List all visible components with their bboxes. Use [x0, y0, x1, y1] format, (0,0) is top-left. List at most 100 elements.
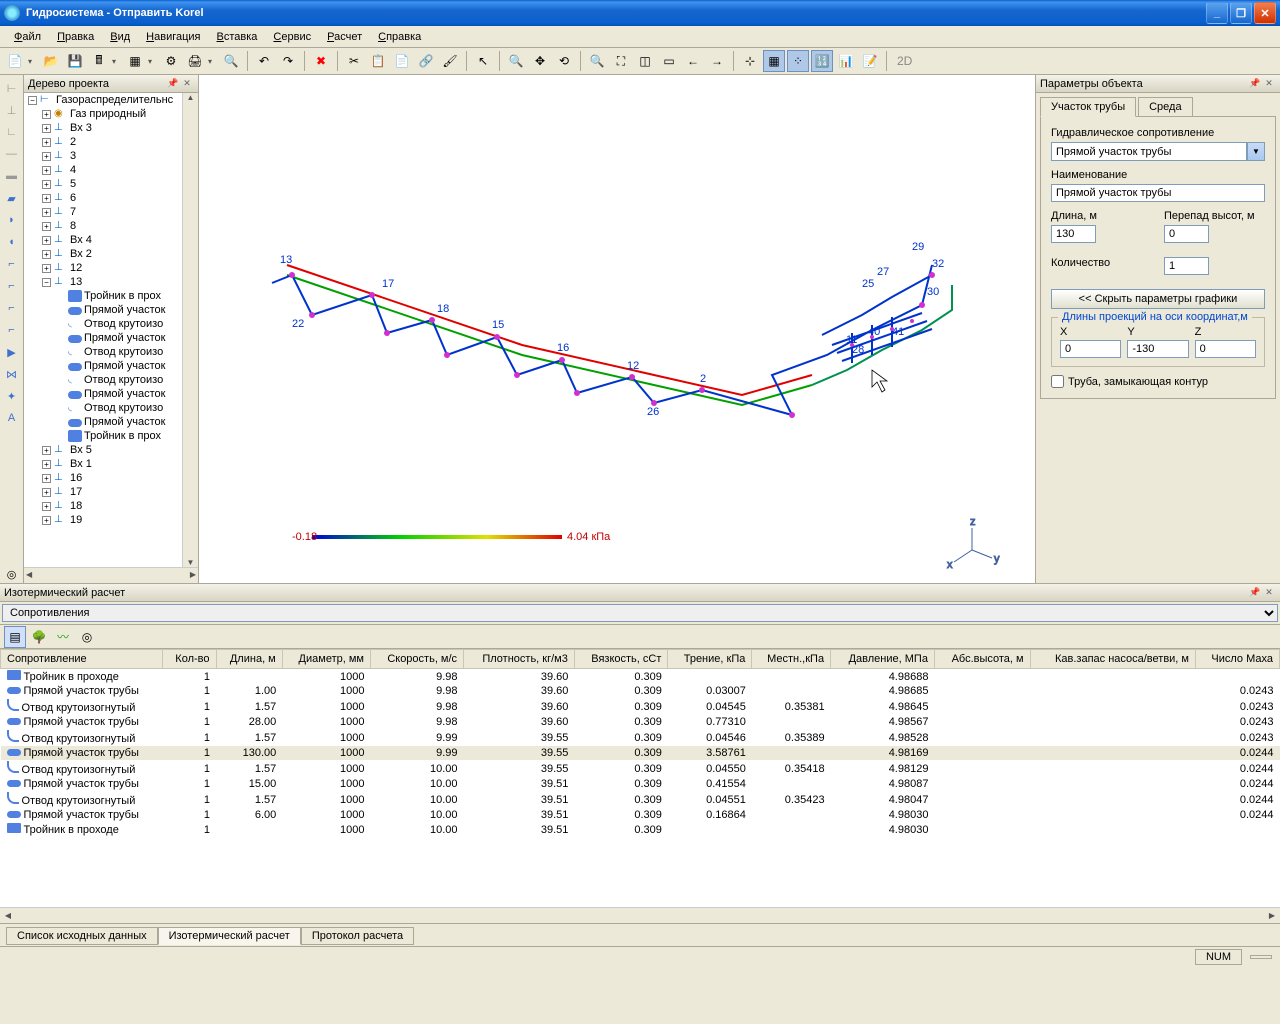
tree-node[interactable]: Прямой участок	[24, 359, 198, 373]
redo-icon[interactable]: ↷	[277, 50, 299, 72]
tool-cap1-icon[interactable]: ▰	[3, 189, 21, 207]
fit-icon[interactable]: ⛶	[610, 50, 632, 72]
table-row[interactable]: Прямой участок трубы115.00100010.0039.51…	[1, 777, 1280, 791]
dh-input[interactable]	[1164, 225, 1209, 243]
tool-seg-icon[interactable]: ▬	[3, 167, 21, 185]
report-icon[interactable]: 📝	[859, 50, 881, 72]
tree-node[interactable]: ◟Отвод крутоизо	[24, 401, 198, 415]
table-row[interactable]: Прямой участок трубы1130.0010009.9939.55…	[1, 746, 1280, 760]
tree-node[interactable]: ◟Отвод крутоизо	[24, 317, 198, 331]
tree-node[interactable]: +⊥16	[24, 471, 198, 485]
window-icon[interactable]: ◫	[634, 50, 656, 72]
tool-bend4-icon[interactable]: ⌐	[3, 321, 21, 339]
rotate-icon[interactable]: ⟲	[553, 50, 575, 72]
tree-node[interactable]: +⊥8	[24, 219, 198, 233]
resistance-select[interactable]	[1051, 142, 1247, 161]
tree-node[interactable]: +⊥2	[24, 135, 198, 149]
col-header[interactable]: Трение, кПа	[668, 650, 752, 669]
col-header[interactable]: Сопротивление	[1, 650, 163, 669]
pointer-icon[interactable]: ↖	[472, 50, 494, 72]
new-icon[interactable]: 📄	[4, 50, 26, 72]
zoom-icon[interactable]: 🔍	[505, 50, 527, 72]
closing-checkbox[interactable]	[1051, 375, 1064, 388]
bottom-tab[interactable]: Список исходных данных	[6, 927, 158, 945]
save-icon[interactable]: 💾	[64, 50, 86, 72]
table-row[interactable]: Тройник в проходе1100010.0039.510.3094.9…	[1, 822, 1280, 837]
col-header[interactable]: Абс.высота, м	[934, 650, 1030, 669]
axes-icon[interactable]: ⊹	[739, 50, 761, 72]
view-list-icon[interactable]: ▤	[4, 626, 26, 648]
menu-Справка[interactable]: Справка	[370, 29, 429, 45]
close-props-icon[interactable]: ✕	[1262, 78, 1276, 89]
results-filter-select[interactable]: Сопротивления	[2, 604, 1278, 622]
tree-node[interactable]: ◟Отвод крутоизо	[24, 373, 198, 387]
col-header[interactable]: Плотность, кг/м3	[464, 650, 575, 669]
tab-medium[interactable]: Среда	[1138, 97, 1192, 117]
tree-node[interactable]: +⊥Вх 5	[24, 443, 198, 457]
paste-icon[interactable]: 📄	[391, 50, 413, 72]
close-results-icon[interactable]: ✕	[1262, 587, 1276, 598]
col-header[interactable]: Местн.,кПа	[752, 650, 831, 669]
tree-node[interactable]: +⊥19	[24, 513, 198, 527]
tool-ring-icon[interactable]: ◎	[3, 565, 21, 583]
grid-icon[interactable]: ▦	[124, 50, 146, 72]
name-input[interactable]	[1051, 184, 1265, 202]
col-header[interactable]: Число Маха	[1195, 650, 1279, 669]
bottom-tab[interactable]: Протокол расчета	[301, 927, 414, 945]
view-wave-icon[interactable]: 〰	[52, 626, 74, 648]
tree-node[interactable]: +⊥4	[24, 163, 198, 177]
col-header[interactable]: Вязкость, сСт	[574, 650, 668, 669]
tool-play-icon[interactable]: ▶	[3, 343, 21, 361]
brush-icon[interactable]: 🖌	[439, 50, 461, 72]
menu-Вид[interactable]: Вид	[102, 29, 138, 45]
tool-line-icon[interactable]: —	[3, 145, 21, 163]
pin-icon[interactable]: 📌	[1248, 587, 1262, 598]
tree-node[interactable]: +⊥7	[24, 205, 198, 219]
tool-pipe-v-icon[interactable]: ⊥	[3, 101, 21, 119]
tree-node[interactable]: Прямой участок	[24, 387, 198, 401]
tool-valve-icon[interactable]: ⋈	[3, 365, 21, 383]
chart-icon[interactable]: 📊	[835, 50, 857, 72]
view-tree-icon[interactable]: 🌳	[28, 626, 50, 648]
table-row[interactable]: Отвод крутоизогнутый11.5710009.9939.550.…	[1, 729, 1280, 746]
view-ring-icon[interactable]: ◎	[76, 626, 98, 648]
menu-Файл[interactable]: Файл	[6, 29, 49, 45]
tree-node[interactable]: +⊥Вх 2	[24, 247, 198, 261]
tree-node[interactable]: +◉Газ природный	[24, 107, 198, 121]
tool-bend2-icon[interactable]: ⌐	[3, 277, 21, 295]
tree-node[interactable]: −⊥13	[24, 275, 198, 289]
pan-icon[interactable]: ✥	[529, 50, 551, 72]
link-icon[interactable]: 🔗	[415, 50, 437, 72]
tree-node[interactable]: +⊥Вх 1	[24, 457, 198, 471]
tree-node[interactable]: +⊥Вх 3	[24, 121, 198, 135]
close-panel-icon[interactable]: ✕	[180, 78, 194, 89]
tool-icon[interactable]: ⚙	[160, 50, 182, 72]
tool-bend1-icon[interactable]: ⌐	[3, 255, 21, 273]
2d-toggle[interactable]: 2D	[892, 50, 917, 72]
z-input[interactable]	[1195, 340, 1256, 358]
results-hscrollbar[interactable]: ◀▶	[0, 907, 1280, 923]
table-row[interactable]: Прямой участок трубы128.0010009.9839.600…	[1, 715, 1280, 729]
tree-node[interactable]: +⊥12	[24, 261, 198, 275]
3d-canvas[interactable]: 132217 181516 12262 323029 272540 112841…	[199, 75, 1035, 583]
length-input[interactable]	[1051, 225, 1096, 243]
tree-node[interactable]: −⊢Газораспределительнс	[24, 93, 198, 107]
col-header[interactable]: Длина, м	[216, 650, 282, 669]
table-row[interactable]: Прямой участок трубы16.00100010.0039.510…	[1, 808, 1280, 822]
open-icon[interactable]: 📂	[40, 50, 62, 72]
dropdown-icon[interactable]: ▼	[1247, 142, 1265, 161]
tree-node[interactable]: ◟Отвод крутоизо	[24, 345, 198, 359]
tool-text-icon[interactable]: A	[3, 409, 21, 427]
menu-Сервис[interactable]: Сервис	[265, 29, 319, 45]
tool-pipe-h-icon[interactable]: ⊢	[3, 79, 21, 97]
preview-icon[interactable]: 🔍	[220, 50, 242, 72]
tree-node[interactable]: +⊥6	[24, 191, 198, 205]
zoomout-icon[interactable]: 🔍	[586, 50, 608, 72]
tree-node[interactable]: Тройник в прох	[24, 429, 198, 443]
tree-node[interactable]: +⊥3	[24, 149, 198, 163]
menu-Вставка[interactable]: Вставка	[209, 29, 266, 45]
tab-pipe-section[interactable]: Участок трубы	[1040, 97, 1136, 117]
col-header[interactable]: Диаметр, мм	[282, 650, 370, 669]
copy-icon[interactable]: 📋	[367, 50, 389, 72]
calc-icon[interactable]: 🖩	[88, 50, 110, 72]
